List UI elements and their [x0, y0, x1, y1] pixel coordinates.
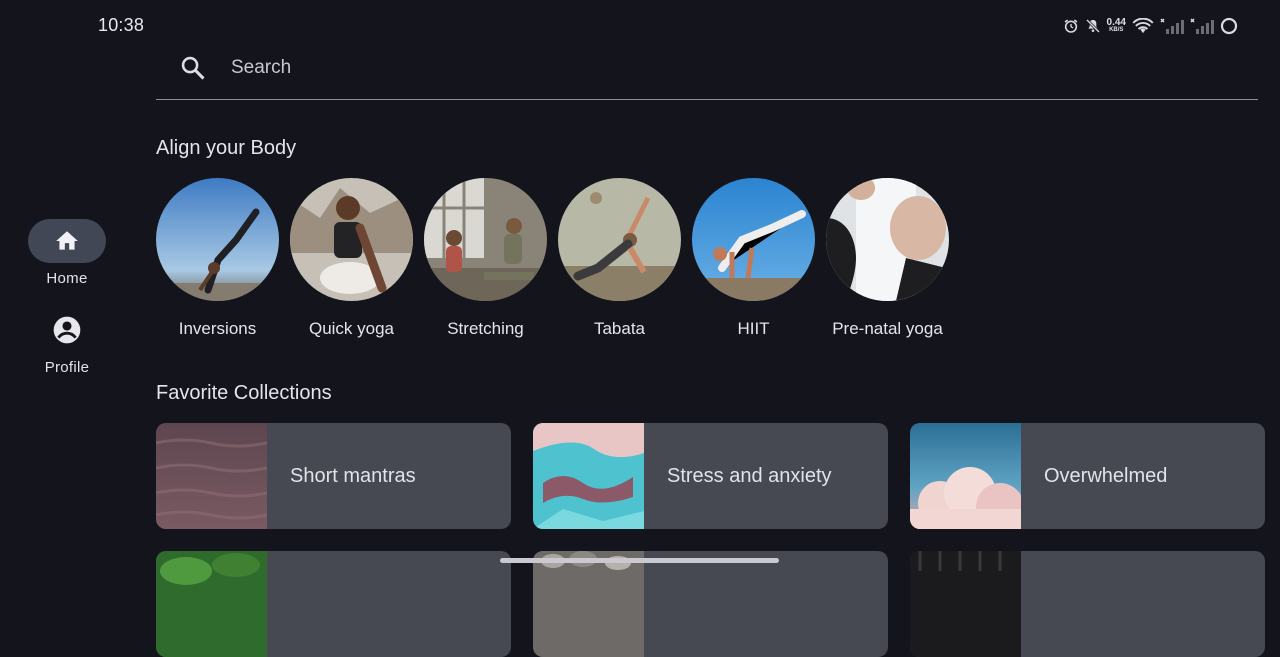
collection-image: [910, 423, 1021, 529]
alarm-icon: [1063, 18, 1079, 34]
signal-icon: [1160, 18, 1184, 34]
nav-profile-indicator[interactable]: [28, 312, 106, 348]
category-image: [826, 178, 949, 301]
category-label: Quick yoga: [308, 319, 395, 338]
category-image: [290, 178, 413, 301]
section-title-align: Align your Body: [156, 137, 297, 159]
category-quick-yoga[interactable]: Quick yoga: [290, 178, 413, 339]
collection-image: [533, 551, 644, 657]
collection-stress-and-anxiety[interactable]: Stress and anxiety: [533, 423, 888, 529]
category-image: [156, 178, 279, 301]
collection-image: [156, 423, 267, 529]
collection-label: Short mantras: [290, 464, 416, 487]
category-inversions[interactable]: Inversions: [156, 178, 279, 339]
collection-card[interactable]: [533, 551, 888, 657]
search-icon: [156, 54, 229, 82]
section-title-favorites: Favorite Collections: [156, 382, 332, 404]
collection-card[interactable]: [156, 551, 511, 657]
account-circle-icon: [53, 316, 81, 344]
nav-home-indicator[interactable]: [28, 219, 106, 263]
home-icon: [56, 231, 78, 250]
net-speed: 0.44 KB/S: [1106, 16, 1126, 34]
net-speed-unit: KB/S: [1109, 26, 1124, 33]
category-pre-natal-yoga[interactable]: Pre-natal yoga: [826, 178, 949, 339]
nav-home-label: Home: [46, 270, 88, 287]
signal-icon-2: [1190, 18, 1214, 34]
nav-profile-label: Profile: [44, 359, 90, 376]
category-label: Tabata: [593, 319, 646, 338]
collection-image: [533, 423, 644, 529]
category-tabata[interactable]: Tabata: [558, 178, 681, 339]
wifi-icon: [1132, 18, 1154, 34]
category-stretching[interactable]: Stretching: [424, 178, 547, 339]
collection-short-mantras[interactable]: Short mantras: [156, 423, 511, 529]
collection-label: Overwhelmed: [1044, 464, 1168, 487]
collection-card[interactable]: [910, 551, 1265, 657]
category-label: HIIT: [737, 319, 770, 338]
mute-icon: [1085, 18, 1101, 34]
nav-profile[interactable]: Profile: [28, 312, 106, 376]
search-input[interactable]: [229, 55, 1133, 80]
category-label: Stretching: [447, 319, 524, 338]
category-image: [558, 178, 681, 301]
collection-label: Stress and anxiety: [667, 464, 832, 487]
collections-row-2: [156, 551, 1265, 657]
collection-image: [910, 551, 1021, 657]
collection-overwhelmed[interactable]: Overwhelmed: [910, 423, 1265, 529]
collection-image: [156, 551, 267, 657]
category-label: Pre-natal yoga: [832, 319, 943, 338]
category-hiit[interactable]: HIIT: [692, 178, 815, 339]
category-row: Inversions Quick yoga Stretching Tabata …: [156, 178, 949, 339]
search-bar[interactable]: [156, 40, 1258, 100]
category-label: Inversions: [178, 319, 257, 338]
category-image: [424, 178, 547, 301]
status-time: 10:38: [98, 15, 145, 35]
gesture-navigation-bar[interactable]: [500, 558, 779, 563]
category-image: [692, 178, 815, 301]
net-speed-value: 0.44: [1106, 16, 1126, 28]
collections-row: Short mantras Stress and anxiety Overwhe…: [156, 423, 1265, 529]
nav-home[interactable]: Home: [28, 219, 106, 287]
status-icons: 0.44 KB/S: [1063, 15, 1238, 37]
battery-icon: [1220, 17, 1238, 35]
